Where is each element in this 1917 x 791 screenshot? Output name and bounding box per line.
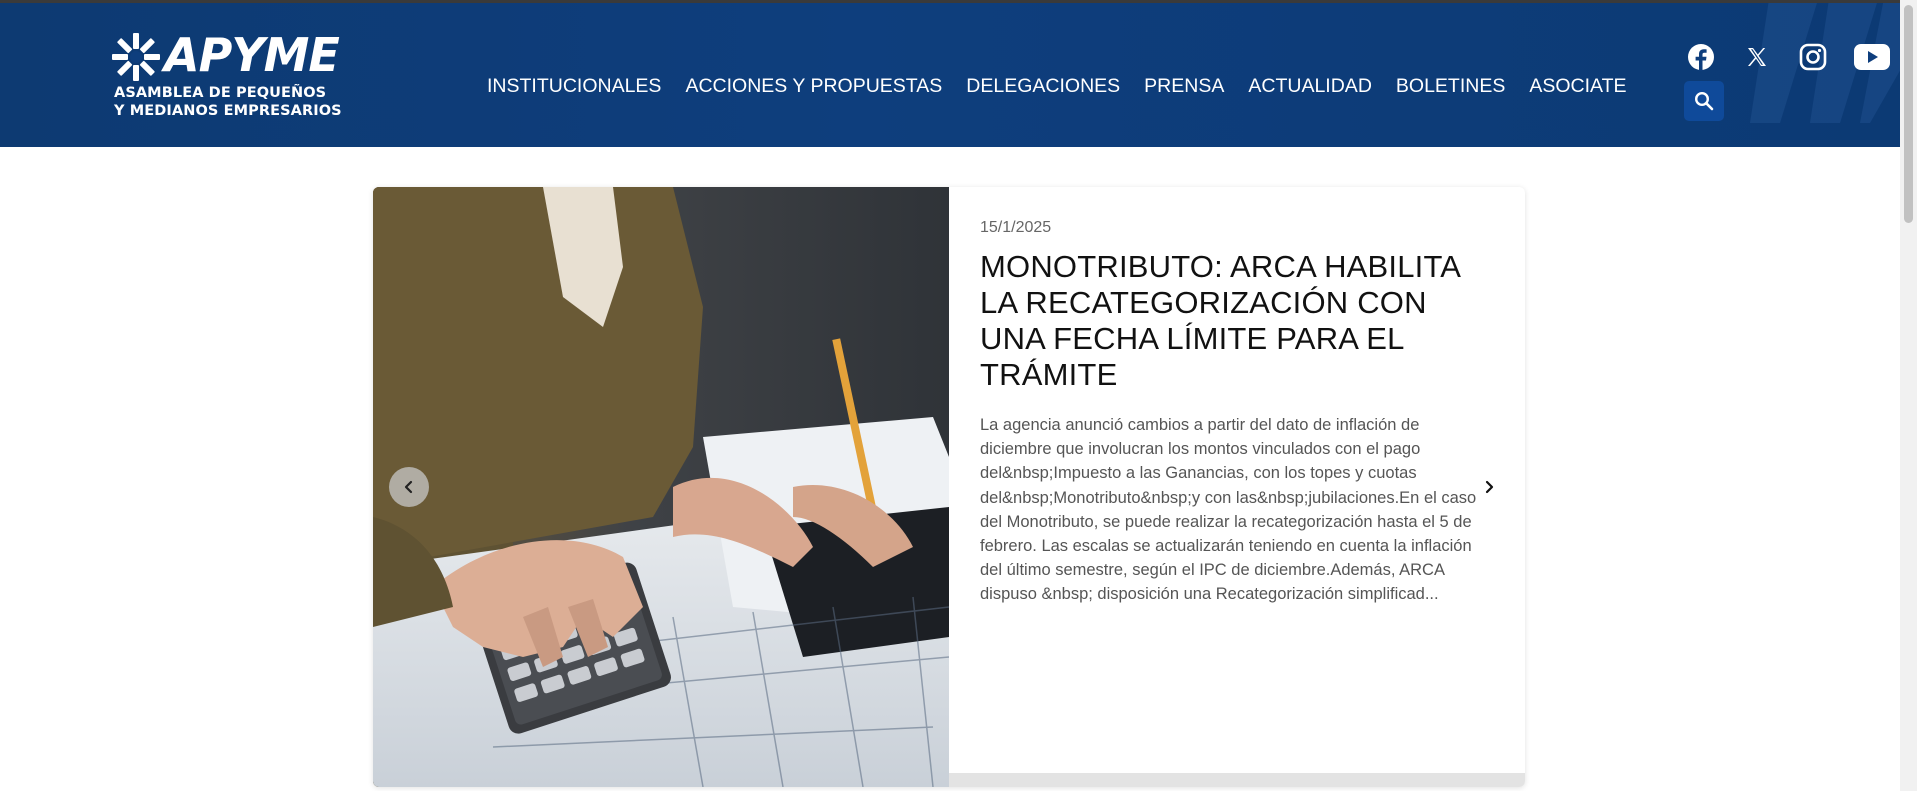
carousel-next-button[interactable] [1478,476,1500,498]
search-icon [1694,91,1714,111]
chevron-left-icon [404,480,413,494]
search-button[interactable] [1684,81,1724,121]
site-header: APYME ASAMBLEA DE PEQUEÑOS Y MEDIANOS EM… [0,3,1900,147]
chevron-right-icon [1485,480,1494,494]
nav-boletines[interactable]: BOLETINES [1396,71,1505,101]
calculator-photo-illustration [373,187,949,787]
card-footer-bar [949,773,1525,787]
logo-subtitle-line1: ASAMBLEA DE PEQUEÑOS [114,85,327,101]
page-scrollbar[interactable] [1900,0,1917,791]
nav-asociate[interactable]: ASOCIATE [1529,71,1626,101]
instagram-icon[interactable] [1798,42,1828,72]
featured-news-image[interactable] [373,187,949,787]
youtube-icon[interactable] [1854,42,1890,72]
featured-news-card[interactable]: 15/1/2025 MONOTRIBUTO: ARCA HABILITA LA … [373,187,1525,787]
nav-institucionales[interactable]: INSTITUCIONALES [487,71,661,101]
apyme-logo[interactable]: APYME ASAMBLEA DE PEQUEÑOS Y MEDIANOS EM… [112,28,342,126]
news-headline[interactable]: MONOTRIBUTO: ARCA HABILITA LA RECATEGORI… [980,249,1480,393]
logo-subtitle: ASAMBLEA DE PEQUEÑOS Y MEDIANOS EMPRESAR… [114,84,354,120]
nav-delegaciones[interactable]: DELEGACIONES [966,71,1120,101]
logo-subtitle-line2: Y MEDIANOS EMPRESARIOS [114,103,342,119]
scrollbar-thumb[interactable] [1904,5,1913,223]
nav-prensa[interactable]: PRENSA [1144,71,1224,101]
news-excerpt: La agencia anunció cambios a partir del … [980,416,1477,604]
facebook-icon[interactable] [1686,42,1716,72]
logo-wordmark: APYME [164,28,340,82]
main-nav: INSTITUCIONALES ACCIONES Y PROPUESTAS DE… [487,71,1651,101]
carousel-prev-button[interactable] [389,467,429,507]
news-date: 15/1/2025 [980,219,1052,236]
nav-acciones-y-propuestas[interactable]: ACCIONES Y PROPUESTAS [685,71,942,101]
x-twitter-icon[interactable] [1742,42,1772,72]
social-links [1686,42,1890,72]
featured-news-content: 15/1/2025 MONOTRIBUTO: ARCA HABILITA LA … [980,219,1480,607]
apyme-star-icon [112,33,160,81]
nav-actualidad[interactable]: ACTUALIDAD [1248,71,1372,101]
